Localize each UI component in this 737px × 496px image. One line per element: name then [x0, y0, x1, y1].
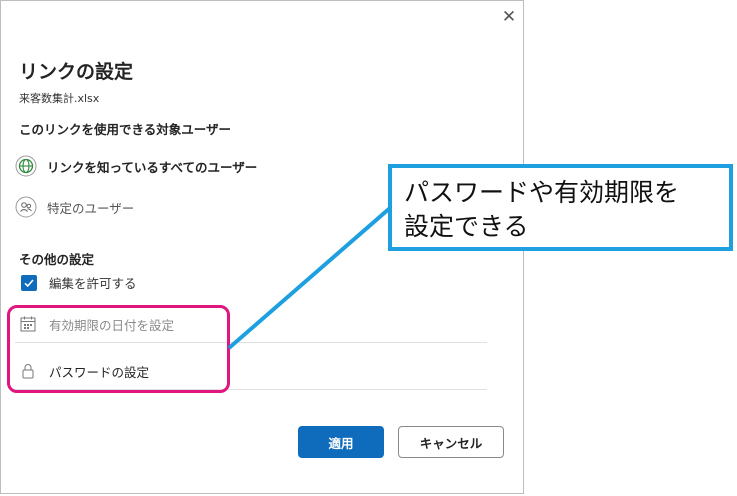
annotation-callout: パスワードや有効期限を 設定できる [388, 164, 733, 251]
callout-line-2: 設定できる [404, 212, 529, 241]
callout-line-1: パスワードや有効期限を [404, 178, 680, 207]
